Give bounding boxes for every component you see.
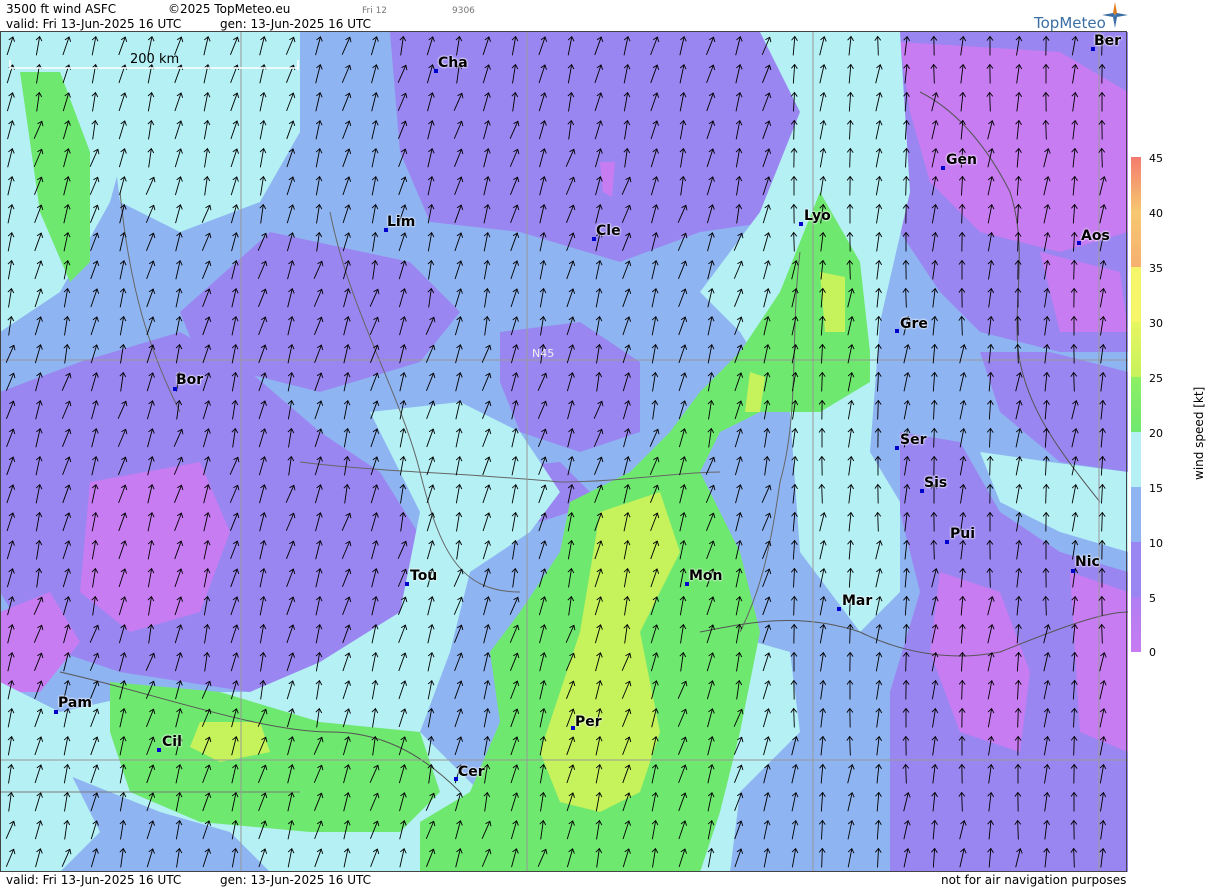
product-title: 3500 ft wind ASFC [6, 2, 117, 16]
city-label-gen: Gen [946, 152, 977, 168]
legend-tick: 0 [1149, 646, 1156, 659]
legend-tick: 5 [1149, 592, 1156, 605]
generated-time: gen: 13-Jun-2025 16 UTC [220, 17, 372, 31]
city-label-pui: Pui [950, 526, 976, 542]
city-label-mar: Mar [842, 593, 873, 609]
legend-tick: 40 [1149, 207, 1163, 220]
city-marker [895, 329, 899, 333]
city-marker [405, 582, 409, 586]
legend-tick: 20 [1149, 427, 1163, 440]
code-tag: 9306 [452, 6, 475, 16]
legend-title: wind speed [kt] [1192, 386, 1206, 480]
city-label-cil: Cil [162, 734, 182, 750]
wind-speed-legend-bar [1131, 157, 1141, 652]
legend-tick: 30 [1149, 317, 1163, 330]
footer-valid-time: valid: Fri 13-Jun-2025 16 UTC [6, 873, 182, 887]
brand-logo-text: TopMeteo [1034, 14, 1106, 32]
city-label-aos: Aos [1081, 228, 1110, 244]
city-marker [895, 446, 899, 450]
compass-icon [1102, 2, 1128, 28]
footer-generated-time: gen: 13-Jun-2025 16 UTC [220, 873, 372, 887]
legend-tick: 15 [1149, 482, 1163, 495]
legend-tick: 35 [1149, 262, 1163, 275]
city-label-gre: Gre [900, 316, 928, 332]
day-tag: Fri 12 [362, 6, 388, 16]
city-label-cer: Cer [458, 764, 485, 780]
valid-time: valid: Fri 13-Jun-2025 16 UTC [6, 17, 182, 31]
city-label-tou: Tou [410, 568, 438, 584]
wind-map[interactable]: 200 km N45 Cha Ber Gen Lim Cle Lyo Aos G… [0, 32, 1128, 872]
legend-tick: 45 [1149, 152, 1163, 165]
city-label-sis: Sis [924, 475, 948, 491]
city-label-pam: Pam [58, 695, 92, 711]
city-label-ber: Ber [1094, 33, 1122, 49]
city-label-mon: Mon [689, 568, 723, 584]
city-label-nic: Nic [1075, 554, 1100, 570]
city-marker [945, 540, 949, 544]
city-marker [837, 607, 841, 611]
legend-tick: 10 [1149, 537, 1163, 550]
city-label-per: Per [575, 714, 602, 730]
city-marker [157, 748, 161, 752]
city-label-ser: Ser [900, 432, 927, 448]
legend-tick: 25 [1149, 372, 1163, 385]
latitude-label: N45 [532, 347, 555, 360]
city-label-lyo: Lyo [804, 208, 831, 224]
city-marker [799, 222, 803, 226]
city-marker [941, 166, 945, 170]
footer-disclaimer: not for air navigation purposes [941, 873, 1127, 887]
copyright: ©2025 TopMeteo.eu [168, 2, 291, 16]
city-label-cle: Cle [596, 223, 621, 239]
city-label-cha: Cha [438, 55, 468, 71]
city-label-lim: Lim [387, 214, 416, 230]
scale-bar-label: 200 km [130, 52, 180, 67]
city-label-bor: Bor [176, 372, 204, 388]
